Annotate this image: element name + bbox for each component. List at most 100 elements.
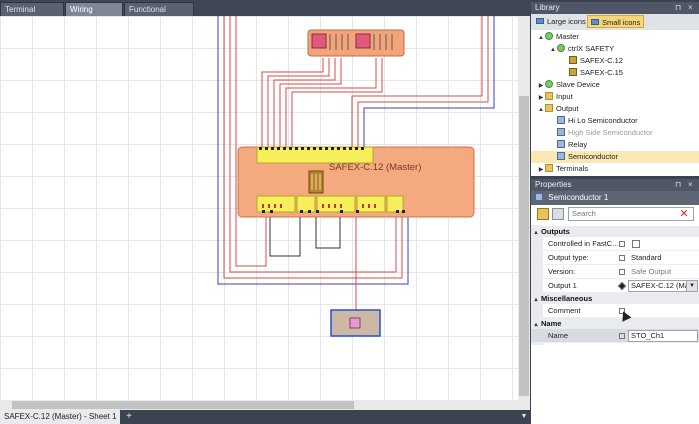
category-label: Miscellaneous — [541, 294, 593, 303]
tree-item[interactable]: ▲ ctrlX SAFETY — [531, 43, 699, 55]
chevron-down-icon[interactable]: ▼ — [686, 281, 697, 291]
tree-item-label: High Side Semiconductor — [568, 128, 653, 137]
alphabetical-view-icon[interactable] — [552, 208, 564, 220]
tree-item[interactable]: SAFEX-C.15 — [531, 67, 699, 79]
property-controlled: Controlled in FastC... — [531, 237, 699, 251]
properties-object-header: Semiconductor 1 — [531, 191, 699, 205]
property-label: Output type: — [548, 253, 589, 262]
small-icons-icon — [591, 19, 599, 25]
library-title: Library — [531, 2, 699, 14]
small-icons-label: Small icons — [602, 18, 641, 27]
sheet-menu-arrow-icon[interactable]: ▼ — [519, 410, 529, 424]
tree-node-icon — [545, 32, 553, 40]
tree-node-icon — [557, 44, 565, 52]
tree-item[interactable]: ▶ Terminals — [531, 163, 699, 175]
expander-icon[interactable]: ▶ — [537, 164, 545, 176]
horizontal-scroll-thumb[interactable] — [12, 401, 354, 409]
category-outputs[interactable]: ▴ Outputs — [531, 226, 699, 237]
property-label: Controlled in FastC... — [548, 239, 618, 248]
scheme-tab-bar: Terminal Scheme Wiring Scheme Functional… — [0, 0, 530, 28]
category-name[interactable]: ▴ Name — [531, 318, 699, 329]
output-type-value[interactable]: Standard — [631, 251, 661, 265]
tree-item-label: Slave Device — [556, 80, 600, 89]
wiring-canvas[interactable]: SAFEX-C.12 (Master) — [0, 16, 518, 400]
output1-value: SAFEX-C.12 (Ma — [631, 281, 689, 290]
property-marker-icon — [619, 333, 625, 339]
property-name: Name STO_Ch1 — [531, 329, 699, 343]
library-view-toolbar: Large icons Small icons — [531, 14, 699, 30]
wiring-diagram — [217, 16, 495, 337]
property-label: Name — [548, 331, 569, 340]
property-marker-icon — [617, 281, 627, 291]
tree-item-label: ctrlX SAFETY — [568, 44, 615, 53]
search-input[interactable]: Search — [568, 207, 694, 221]
tree-item-label: Output — [556, 104, 579, 113]
tree-item[interactable]: Semiconductor — [531, 151, 699, 163]
tree-node-icon — [545, 92, 553, 100]
property-label: Comment — [548, 306, 581, 315]
sheet-tab[interactable]: SAFEX-C.12 (Master) - Sheet 1 — [0, 410, 120, 424]
semiconductor-icon — [535, 193, 543, 201]
large-icons-button[interactable]: Large icons — [533, 15, 589, 28]
tree-item-label: Input — [556, 92, 573, 101]
tree-item[interactable]: ▲ Master — [531, 31, 699, 43]
output1-dropdown[interactable]: SAFEX-C.12 (Ma ▼ — [628, 280, 698, 292]
tree-item[interactable]: SAFEX-C.12 — [531, 55, 699, 67]
tree-node-icon — [545, 104, 553, 112]
object-name: Semiconductor 1 — [548, 193, 609, 202]
property-marker-icon — [619, 255, 625, 261]
property-output-type: Output type: Standard — [531, 251, 699, 265]
tree-item[interactable]: ▶ Slave Device — [531, 79, 699, 91]
safex-module — [237, 146, 475, 218]
property-version: Version: Safe Output — [531, 265, 699, 279]
tab-wiring-scheme[interactable]: Wiring Scheme — [65, 2, 123, 28]
property-comment: Comment — [531, 304, 699, 318]
close-icon[interactable]: × — [688, 179, 693, 191]
tree-node-icon — [545, 164, 553, 172]
tree-item-label: Master — [556, 32, 579, 41]
property-label: Version: — [548, 267, 576, 276]
category-miscellaneous[interactable]: ▴ Miscellaneous — [531, 293, 699, 304]
tree-item-label: Relay — [568, 140, 588, 149]
tree-item-label: SAFEX-C.12 — [580, 56, 623, 65]
category-label: Name — [541, 319, 562, 328]
tree-item[interactable]: ▶ Input — [531, 91, 699, 103]
tree-node-icon — [569, 68, 577, 76]
pin-icon[interactable]: ⊓ — [675, 179, 681, 191]
tree-item[interactable]: Hi Lo Semiconductor — [531, 115, 699, 127]
tree-item[interactable]: High Side Semiconductor — [531, 127, 699, 139]
semiconductor-output-element — [330, 309, 381, 337]
tree-node-icon — [545, 80, 553, 88]
module-label: SAFEX-C.12 (Master) — [329, 162, 422, 173]
pin-icon[interactable]: ⊓ — [675, 2, 681, 14]
properties-title: Properties — [531, 179, 699, 191]
relay-block — [307, 29, 405, 57]
version-value: Safe Output — [631, 267, 672, 276]
tree-item-label: Terminals — [556, 164, 589, 173]
tab-terminal-scheme[interactable]: Terminal Scheme — [0, 2, 64, 28]
add-sheet-button[interactable]: + — [124, 410, 134, 424]
tree-node-icon — [569, 56, 577, 64]
categorized-view-icon[interactable] — [537, 208, 549, 220]
controlled-checkbox[interactable] — [632, 240, 640, 248]
name-field[interactable]: STO_Ch1 — [628, 330, 698, 342]
tree-node-icon — [557, 140, 565, 148]
large-icons-label: Large icons — [547, 17, 586, 26]
category-label: Outputs — [541, 227, 570, 236]
tree-item-label: SAFEX-C.15 — [580, 68, 623, 77]
property-output1: Output 1 SAFEX-C.12 (Ma ▼ — [531, 279, 699, 293]
property-marker-icon — [619, 241, 625, 247]
close-icon[interactable]: × — [688, 2, 693, 14]
clear-search-icon[interactable]: ✕ — [678, 207, 690, 221]
name-value: STO_Ch1 — [631, 331, 665, 340]
tree-node-icon — [557, 128, 565, 136]
large-icons-icon — [536, 18, 544, 24]
small-icons-button[interactable]: Small icons — [587, 15, 645, 28]
tab-functional-scheme[interactable]: Functional Scheme — [124, 2, 194, 28]
tree-item-label: Hi Lo Semiconductor — [568, 116, 638, 125]
tree-item[interactable]: Relay — [531, 139, 699, 151]
property-label: Output 1 — [548, 281, 577, 290]
vertical-scroll-thumb[interactable] — [519, 96, 529, 396]
library-tree: ▲ Master ▲ ctrlX SAFETY SAFEX-C.12 SAFEX-C.15… — [531, 31, 699, 176]
tree-item[interactable]: ▲ Output — [531, 103, 699, 115]
